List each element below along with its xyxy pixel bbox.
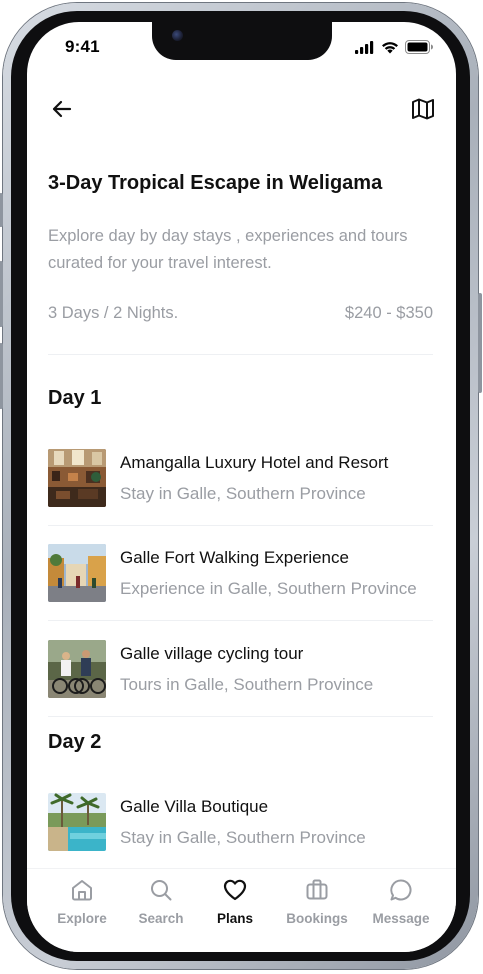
- item-title: Galle Villa Boutique: [120, 797, 269, 816]
- tab-label: Search: [138, 911, 184, 926]
- map-icon: [412, 98, 434, 120]
- side-button-silent: [0, 193, 3, 227]
- tab-label: Message: [372, 911, 430, 926]
- status-icons: [355, 40, 434, 54]
- tab-explore[interactable]: Explore: [42, 877, 122, 926]
- page-title: 3-Day Tropical Escape in Weligama: [48, 172, 383, 194]
- map-button[interactable]: [410, 96, 436, 122]
- trip-price-range: $240 - $350: [344, 304, 433, 322]
- item-subtitle: Experience in Galle, Southern Province: [120, 579, 417, 598]
- item-title: Galle Fort Walking Experience: [120, 548, 349, 567]
- divider: [48, 716, 433, 717]
- divider: [48, 525, 433, 526]
- camera-icon: [172, 30, 183, 41]
- tab-search[interactable]: Search: [121, 877, 201, 926]
- side-button-volume-down: [0, 343, 3, 409]
- battery-icon: [405, 40, 433, 54]
- walking-tour-thumbnail: [48, 544, 106, 602]
- tab-label: Plans: [216, 911, 254, 926]
- tab-message[interactable]: Message: [361, 877, 441, 926]
- trip-duration: 3 Days / 2 Nights.: [48, 304, 179, 322]
- back-button[interactable]: [49, 96, 75, 122]
- itinerary-item[interactable]: Galle Villa Boutique Stay in Galle, Sout…: [48, 793, 433, 853]
- villa-thumbnail: [48, 793, 106, 851]
- chat-bubble-icon: [390, 879, 412, 901]
- tab-plans[interactable]: Plans: [195, 877, 275, 926]
- itinerary-item[interactable]: Galle Fort Walking Experience Experience…: [48, 544, 433, 604]
- tab-label: Bookings: [286, 911, 348, 926]
- item-subtitle: Stay in Galle, Southern Province: [120, 828, 366, 847]
- heart-icon: [223, 879, 247, 901]
- wifi-icon: [382, 41, 398, 53]
- tab-label: Explore: [57, 911, 107, 926]
- item-subtitle: Stay in Galle, Southern Province: [120, 484, 366, 503]
- status-time: 9:41: [65, 37, 100, 56]
- side-button-volume-up: [0, 261, 3, 327]
- itinerary-item[interactable]: Galle village cycling tour Tours in Gall…: [48, 640, 433, 700]
- home-icon: [72, 880, 92, 901]
- screen: 9:41 3-Day Tropical Escape in Weligama E…: [27, 22, 456, 952]
- briefcase-icon: [306, 879, 328, 900]
- day-title: Day 1: [48, 387, 102, 409]
- notch: [152, 22, 332, 60]
- tab-bar: Explore Search Plans Bookings Message: [27, 868, 456, 952]
- tab-bookings[interactable]: Bookings: [277, 877, 357, 926]
- side-button-power: [478, 293, 482, 393]
- arrow-left-icon: [52, 100, 72, 118]
- cycling-tour-thumbnail: [48, 640, 106, 698]
- item-subtitle: Tours in Galle, Southern Province: [120, 675, 374, 694]
- divider: [48, 620, 433, 621]
- divider: [48, 354, 433, 355]
- itinerary-item[interactable]: Amangalla Luxury Hotel and Resort Stay i…: [48, 449, 433, 509]
- search-icon: [151, 880, 172, 901]
- cellular-signal-icon: [355, 40, 374, 54]
- item-title: Amangalla Luxury Hotel and Resort: [120, 453, 389, 472]
- hotel-thumbnail: [48, 449, 106, 507]
- item-title: Galle village cycling tour: [120, 644, 304, 663]
- plan-description: Explore day by day stays , experiences a…: [48, 227, 408, 272]
- day-title: Day 2: [48, 731, 102, 753]
